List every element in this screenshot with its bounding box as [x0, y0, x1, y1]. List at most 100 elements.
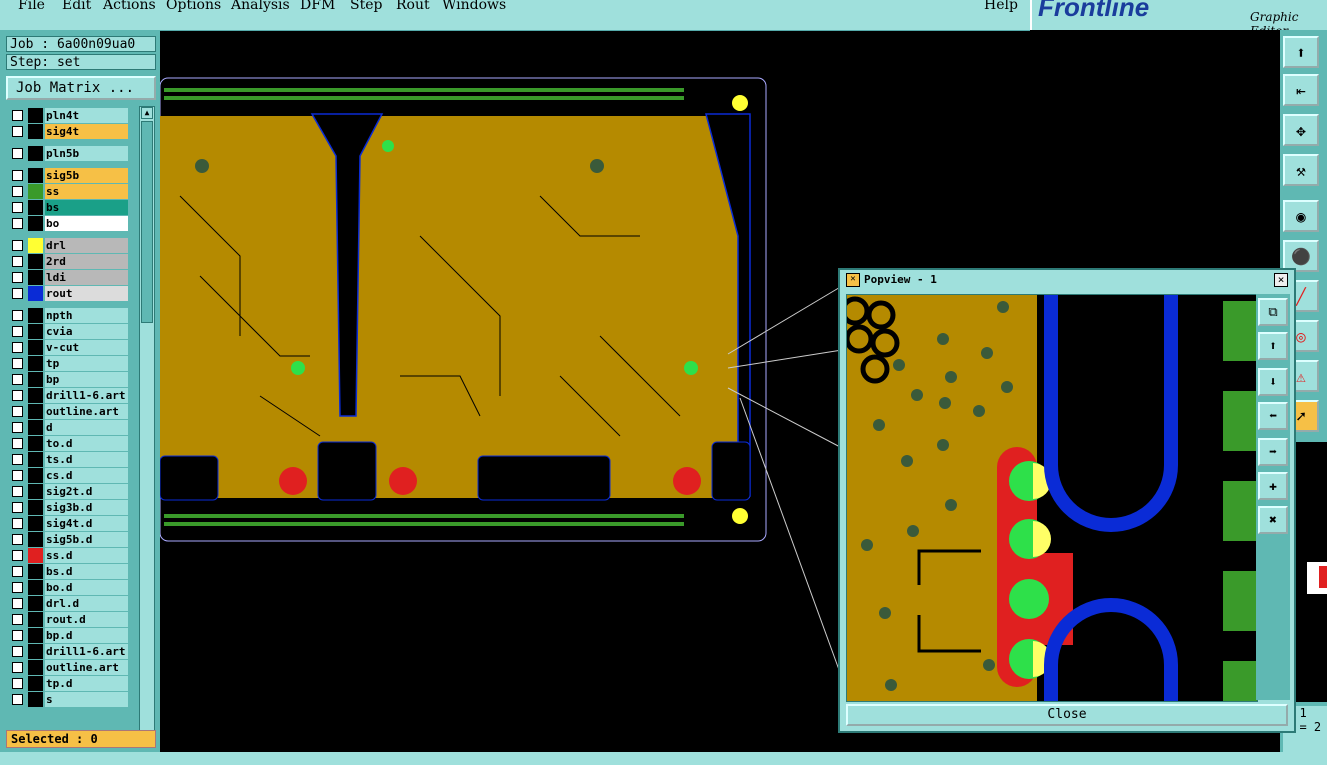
menu-dfm[interactable]: DFM — [300, 0, 335, 13]
layer-name[interactable]: outline.art — [45, 404, 128, 419]
layer-name[interactable]: sig4t — [45, 124, 128, 139]
layer-color-swatch[interactable] — [28, 484, 43, 499]
layer-row[interactable]: s — [8, 692, 128, 707]
layer-checkbox[interactable] — [12, 694, 23, 705]
layer-checkbox[interactable] — [12, 598, 23, 609]
layer-name[interactable]: npth — [45, 308, 128, 323]
layer-checkbox[interactable] — [12, 148, 23, 159]
layer-checkbox[interactable] — [12, 326, 23, 337]
layer-color-swatch[interactable] — [28, 516, 43, 531]
layer-name[interactable]: sig5b — [45, 168, 128, 183]
toolbar-zoom-home-icon[interactable]: ⬆ — [1283, 36, 1319, 68]
layer-name[interactable]: tp — [45, 356, 128, 371]
window-menu-icon[interactable]: ✕ — [846, 273, 860, 287]
layer-checkbox[interactable] — [12, 126, 23, 137]
layer-checkbox[interactable] — [12, 502, 23, 513]
layer-row[interactable]: tp.d — [8, 676, 128, 691]
layer-row[interactable]: sig3b.d — [8, 500, 128, 515]
layer-checkbox[interactable] — [12, 518, 23, 529]
layer-row[interactable]: to.d — [8, 436, 128, 451]
layer-row[interactable]: sig5b.d — [8, 532, 128, 547]
layer-row[interactable]: drl — [8, 238, 128, 253]
layer-checkbox[interactable] — [12, 358, 23, 369]
layer-name[interactable]: drill1-6.art — [45, 644, 128, 659]
layer-checkbox[interactable] — [12, 406, 23, 417]
layer-color-swatch[interactable] — [28, 146, 43, 161]
layer-color-swatch[interactable] — [28, 124, 43, 139]
layer-row[interactable]: d — [8, 420, 128, 435]
layer-row[interactable]: bp.d — [8, 628, 128, 643]
layer-checkbox[interactable] — [12, 256, 23, 267]
layer-name[interactable]: bp — [45, 372, 128, 387]
layer-color-swatch[interactable] — [28, 564, 43, 579]
layer-color-swatch[interactable] — [28, 420, 43, 435]
layer-name[interactable]: ss — [45, 184, 128, 199]
layer-color-swatch[interactable] — [28, 436, 43, 451]
layer-checkbox[interactable] — [12, 566, 23, 577]
layer-color-swatch[interactable] — [28, 270, 43, 285]
layer-row[interactable]: drill1-6.art — [8, 388, 128, 403]
layer-color-swatch[interactable] — [28, 468, 43, 483]
layer-name[interactable]: cs.d — [45, 468, 128, 483]
layer-color-swatch[interactable] — [28, 580, 43, 595]
layer-checkbox[interactable] — [12, 438, 23, 449]
layer-color-swatch[interactable] — [28, 660, 43, 675]
layer-name[interactable]: ldi — [45, 270, 128, 285]
layer-row[interactable]: sig5b — [8, 168, 128, 183]
layer-name[interactable]: drill1-6.art — [45, 388, 128, 403]
pop-tool-right-icon[interactable]: ➡ — [1258, 438, 1288, 466]
layer-color-swatch[interactable] — [28, 168, 43, 183]
layer-checkbox[interactable] — [12, 550, 23, 561]
layer-color-swatch[interactable] — [28, 108, 43, 123]
layer-name[interactable]: cvia — [45, 324, 128, 339]
scroll-up-icon[interactable]: ▲ — [141, 107, 153, 119]
menu-windows[interactable]: Windows — [442, 0, 506, 13]
layer-name[interactable]: bo — [45, 216, 128, 231]
layer-checkbox[interactable] — [12, 240, 23, 251]
menu-file[interactable]: File — [18, 0, 45, 13]
layer-color-swatch[interactable] — [28, 644, 43, 659]
pop-tool-zoom-out-icon[interactable]: ✖ — [1258, 506, 1288, 534]
layer-color-swatch[interactable] — [28, 238, 43, 253]
layer-checkbox[interactable] — [12, 310, 23, 321]
menu-options[interactable]: Options — [166, 0, 221, 13]
layer-row[interactable]: outline.art — [8, 660, 128, 675]
popview-canvas[interactable] — [846, 294, 1258, 702]
toolbar-drill-icon[interactable]: ◉ — [1283, 200, 1319, 232]
layer-checkbox[interactable] — [12, 218, 23, 229]
layer-color-swatch[interactable] — [28, 676, 43, 691]
layer-checkbox[interactable] — [12, 614, 23, 625]
layer-checkbox[interactable] — [12, 470, 23, 481]
layer-color-swatch[interactable] — [28, 324, 43, 339]
layer-name[interactable]: outline.art — [45, 660, 128, 675]
layer-color-swatch[interactable] — [28, 404, 43, 419]
layer-checkbox[interactable] — [12, 374, 23, 385]
layer-name[interactable]: drl — [45, 238, 128, 253]
menu-analysis[interactable]: Analysis — [231, 0, 290, 13]
layer-checkbox[interactable] — [12, 272, 23, 283]
layer-row[interactable]: v-cut — [8, 340, 128, 355]
toolbar-expand-icon[interactable]: ✥ — [1283, 114, 1319, 146]
layer-checkbox[interactable] — [12, 110, 23, 121]
layer-name[interactable]: v-cut — [45, 340, 128, 355]
layer-row[interactable]: bp — [8, 372, 128, 387]
layer-color-swatch[interactable] — [28, 184, 43, 199]
toolbar-tools-icon[interactable]: ⚒ — [1283, 154, 1319, 186]
layer-name[interactable]: rout.d — [45, 612, 128, 627]
layer-row[interactable]: bo — [8, 216, 128, 231]
layer-color-swatch[interactable] — [28, 340, 43, 355]
layer-name[interactable]: bs.d — [45, 564, 128, 579]
layer-color-swatch[interactable] — [28, 452, 43, 467]
layer-checkbox[interactable] — [12, 454, 23, 465]
job-matrix-button[interactable]: Job Matrix ... — [6, 76, 156, 100]
layer-row[interactable]: pln4t — [8, 108, 128, 123]
layer-row[interactable]: cs.d — [8, 468, 128, 483]
layer-checkbox[interactable] — [12, 534, 23, 545]
layer-row[interactable]: drl.d — [8, 596, 128, 611]
menu-rout[interactable]: Rout — [396, 0, 430, 13]
layer-color-swatch[interactable] — [28, 612, 43, 627]
layer-color-swatch[interactable] — [28, 200, 43, 215]
layer-checkbox[interactable] — [12, 662, 23, 673]
layer-checkbox[interactable] — [12, 390, 23, 401]
layer-color-swatch[interactable] — [28, 372, 43, 387]
